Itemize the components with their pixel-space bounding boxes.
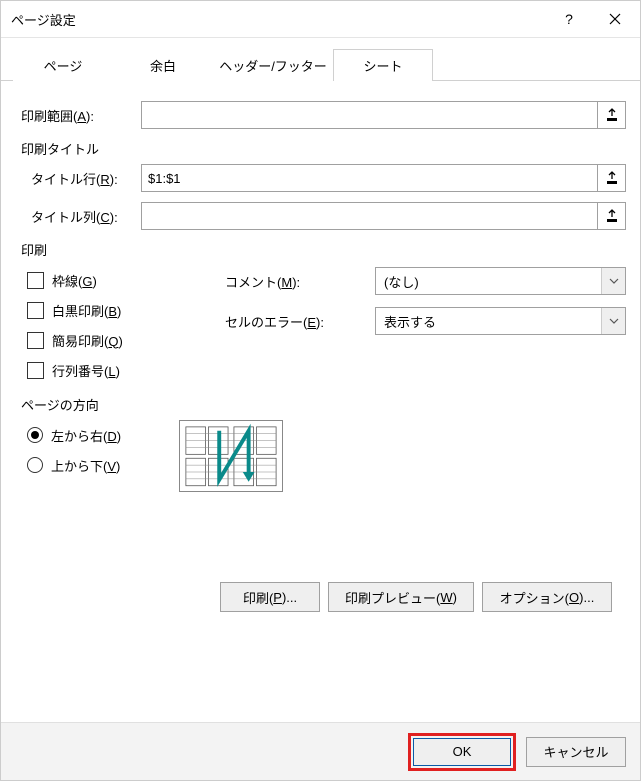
title-rows-label: タイトル行(R): [15, 169, 141, 188]
direction-tb-radio-row[interactable]: 上から下(V) [15, 450, 155, 480]
direction-lr-label: 左から右(D) [51, 426, 121, 445]
gridlines-checkbox[interactable] [27, 272, 44, 289]
rowcol-checkbox[interactable] [27, 362, 44, 379]
tab-margins[interactable]: 余白 [113, 49, 213, 81]
draft-checkbox-row[interactable]: 簡易印刷(Q) [15, 325, 225, 355]
direction-lr-radio[interactable] [27, 427, 43, 443]
print-area-range-selector[interactable] [598, 101, 626, 129]
print-titles-group-label: 印刷タイトル [15, 139, 626, 158]
ok-button-highlight: OK [408, 733, 516, 771]
tab-bar: ページ 余白 ヘッダー/フッター シート [1, 38, 640, 81]
cancel-button[interactable]: キャンセル [526, 737, 626, 767]
comments-select[interactable]: (なし) [375, 267, 626, 295]
tab-page[interactable]: ページ [13, 49, 113, 81]
collapse-range-icon [606, 171, 618, 185]
titlebar: ページ設定 ? [1, 1, 640, 37]
direction-preview [179, 420, 283, 492]
errors-select[interactable]: 表示する [375, 307, 626, 335]
rowcol-checkbox-row[interactable]: 行列番号(L) [15, 355, 225, 385]
print-button[interactable]: 印刷(P)... [220, 582, 320, 612]
collapse-range-icon [606, 108, 618, 122]
page-order-icon [180, 421, 282, 492]
title-rows-range-selector[interactable] [598, 164, 626, 192]
window-title: ページ設定 [11, 10, 546, 29]
direction-lr-radio-row[interactable]: 左から右(D) [15, 420, 155, 450]
chevron-down-icon [601, 268, 625, 294]
bw-checkbox[interactable] [27, 302, 44, 319]
chevron-down-icon [601, 308, 625, 334]
title-cols-label: タイトル列(C): [15, 207, 141, 226]
tab-content: 印刷範囲(A): 印刷タイトル タイトル行(R): タイトル列(C): [1, 81, 640, 722]
page-setup-dialog: ページ設定 ? ページ 余白 ヘッダー/フッター シート 印刷範囲(A): 印刷… [0, 0, 641, 781]
rowcol-label: 行列番号(L) [52, 361, 120, 380]
print-preview-button[interactable]: 印刷プレビュー(W) [328, 582, 474, 612]
print-group-label: 印刷 [15, 240, 626, 259]
close-icon [609, 13, 621, 25]
bw-label: 白黒印刷(B) [52, 301, 121, 320]
direction-tb-label: 上から下(V) [51, 456, 120, 475]
direction-group-label: ページの方向 [15, 395, 626, 414]
title-cols-input[interactable] [141, 202, 598, 230]
tab-sheet[interactable]: シート [333, 49, 433, 81]
errors-label: セルのエラー(E): [225, 312, 375, 331]
print-area-input[interactable] [141, 101, 598, 129]
tab-header-footer[interactable]: ヘッダー/フッター [213, 49, 333, 81]
options-button[interactable]: オプション(O)... [482, 582, 612, 612]
close-button[interactable] [592, 3, 638, 35]
direction-tb-radio[interactable] [27, 457, 43, 473]
dialog-footer: OK キャンセル [1, 722, 640, 780]
print-area-label: 印刷範囲(A): [15, 106, 141, 125]
draft-label: 簡易印刷(Q) [52, 331, 123, 350]
title-cols-range-selector[interactable] [598, 202, 626, 230]
comments-label: コメント(M): [225, 272, 375, 291]
gridlines-label: 枠線(G) [52, 271, 97, 290]
gridlines-checkbox-row[interactable]: 枠線(G) [15, 265, 225, 295]
ok-button[interactable]: OK [413, 738, 511, 766]
collapse-range-icon [606, 209, 618, 223]
help-button[interactable]: ? [546, 3, 592, 35]
bw-checkbox-row[interactable]: 白黒印刷(B) [15, 295, 225, 325]
title-rows-input[interactable] [141, 164, 598, 192]
draft-checkbox[interactable] [27, 332, 44, 349]
